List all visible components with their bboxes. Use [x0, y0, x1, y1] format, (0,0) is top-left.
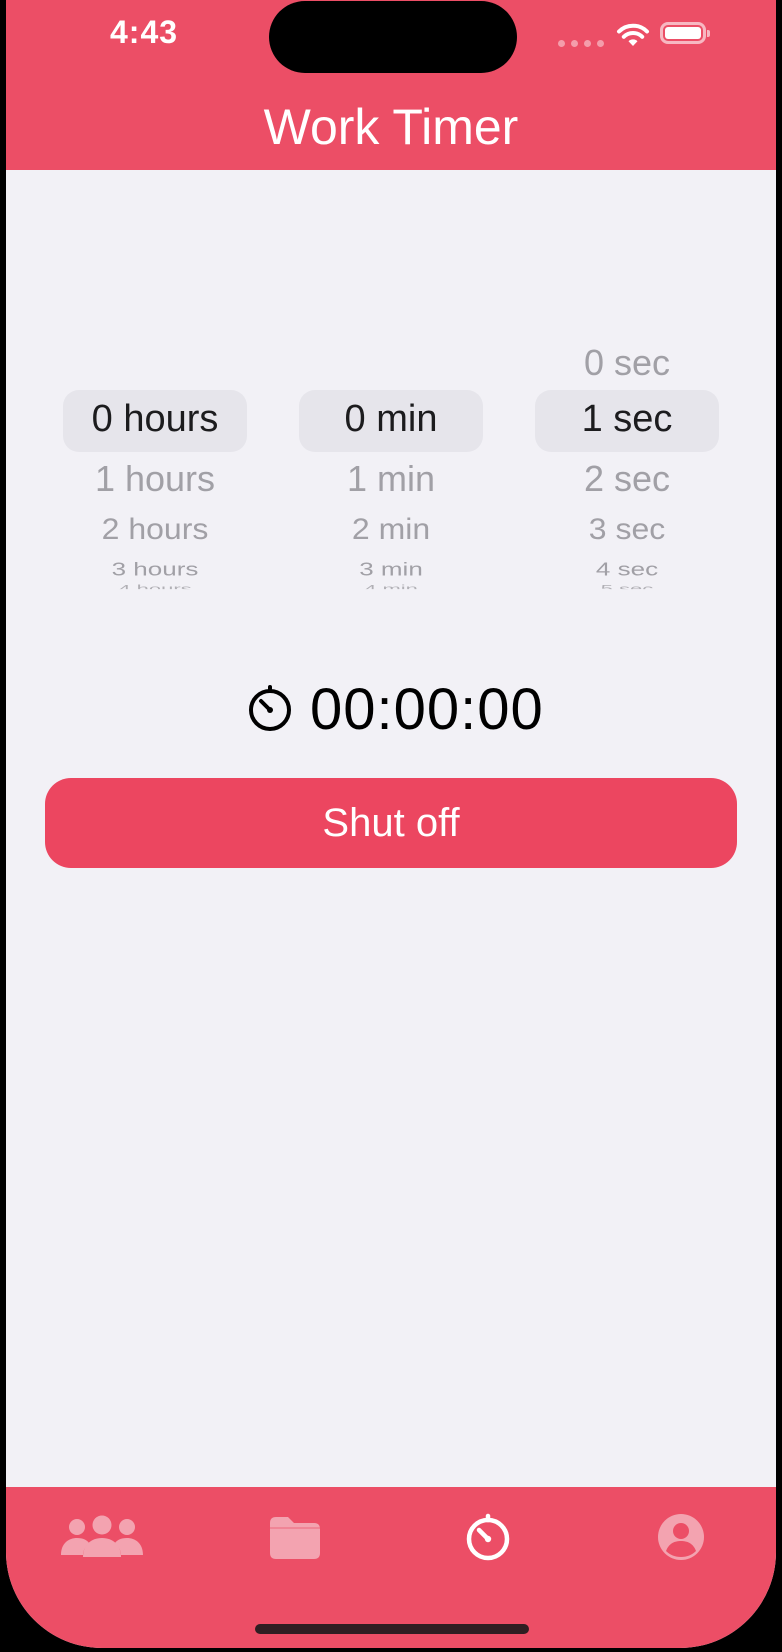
page-title: Work Timer — [263, 99, 519, 155]
seconds-picker-item[interactable]: 1 sec — [535, 398, 719, 441]
seconds-picker-item[interactable]: 4 sec — [535, 559, 719, 581]
shut-off-button[interactable]: Shut off — [45, 778, 737, 868]
minutes-picker-item[interactable]: 3 min — [299, 559, 483, 581]
timer-display: 00:00:00 — [310, 677, 544, 742]
hours-picker-item[interactable]: 3 hours — [63, 559, 247, 581]
wifi-icon — [617, 23, 649, 46]
header-bar: 4:43 Work Timer — [6, 0, 776, 170]
minutes-picker-item[interactable]: 2 min — [299, 512, 483, 546]
hours-picker[interactable]: 0 hours 1 hours 2 hours 3 hours 4 hours — [63, 330, 247, 600]
stopwatch-icon — [466, 1513, 510, 1561]
timer-readout: 00:00:00 — [6, 672, 776, 742]
seconds-picker[interactable]: 0 sec 1 sec 2 sec 3 sec 4 sec 5 sec — [535, 330, 719, 600]
tab-timer[interactable] — [413, 1487, 563, 1587]
status-time: 4:43 — [110, 14, 179, 50]
minutes-picker-item[interactable]: 1 min — [299, 458, 483, 500]
stopwatch-icon — [249, 685, 291, 731]
seconds-picker-item[interactable]: 3 sec — [535, 512, 719, 546]
tab-people[interactable] — [27, 1487, 177, 1587]
hours-picker-item[interactable]: 1 hours — [63, 458, 247, 500]
device-frame: 4:43 Work Timer 0 hours 1 hours 2 hours … — [0, 0, 782, 1652]
seconds-picker-item[interactable]: 0 sec — [535, 342, 719, 384]
minutes-picker-item[interactable]: 4 min — [299, 583, 483, 589]
minutes-picker-item[interactable]: 0 min — [299, 398, 483, 441]
app-screen: 4:43 Work Timer 0 hours 1 hours 2 hours … — [6, 0, 776, 1648]
tab-profile[interactable] — [606, 1487, 756, 1587]
hours-picker-item[interactable]: 0 hours — [63, 398, 247, 441]
hours-picker-item[interactable]: 2 hours — [63, 512, 247, 546]
cellular-signal-icon — [558, 40, 604, 47]
seconds-picker-item[interactable]: 2 sec — [535, 458, 719, 500]
seconds-picker-item[interactable]: 5 sec — [535, 583, 719, 589]
folder-icon — [270, 1517, 320, 1559]
profile-icon — [658, 1514, 704, 1560]
tab-folder[interactable] — [220, 1487, 370, 1587]
people-icon — [61, 1515, 143, 1557]
battery-icon — [660, 22, 710, 44]
minutes-picker[interactable]: 0 min 1 min 2 min 3 min 4 min — [299, 330, 483, 600]
home-indicator[interactable] — [255, 1624, 529, 1634]
hours-picker-item[interactable]: 4 hours — [63, 583, 247, 589]
dynamic-island — [269, 1, 517, 73]
